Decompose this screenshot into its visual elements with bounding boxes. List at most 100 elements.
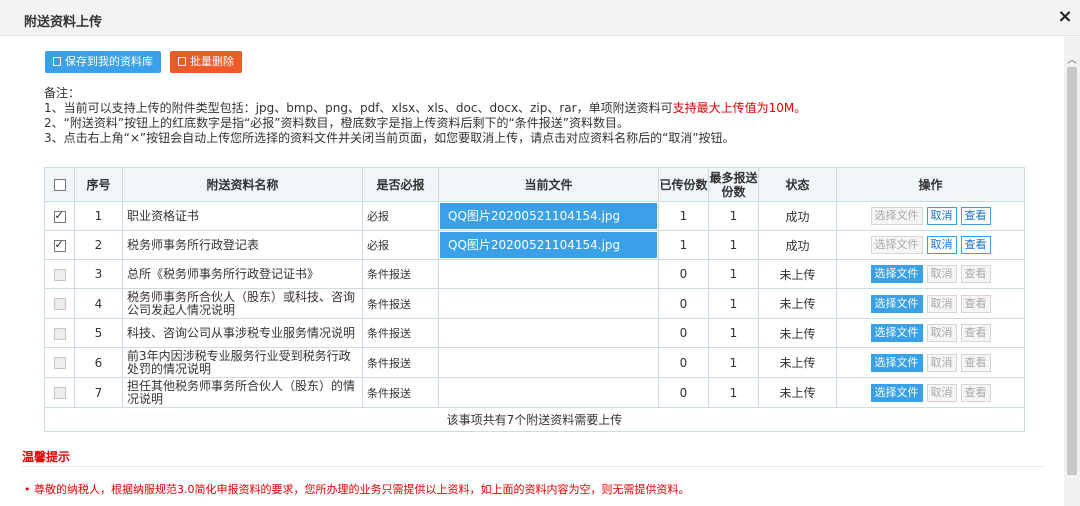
row-checkbox xyxy=(53,327,66,340)
cancel-button[interactable]: 取消 xyxy=(926,236,957,254)
row-required: 条件报送 xyxy=(362,347,439,378)
table-row: 5 科技、咨询公司从事涉税专业服务情况说明 条件报送 0 1 未上传 选择文件取… xyxy=(44,318,1025,348)
row-ops: 选择文件 取消 查看 xyxy=(836,288,1025,319)
row-uploaded: 0 xyxy=(658,288,709,319)
notes-line-1: 1、当前可以支持上传的附件类型包括：jpg、bmp、png、pdf、xlsx、x… xyxy=(44,101,1044,116)
row-name: 税务师事务所行政登记表 xyxy=(122,230,363,260)
row-checkbox xyxy=(53,357,66,369)
select-file-button[interactable]: 选择文件 xyxy=(870,324,923,342)
table-row: 4 税务师事务所合伙人（股东）或科技、咨询公司发起人情况说明 条件报送 0 1 … xyxy=(44,288,1025,319)
tips-title: 温馨提示 xyxy=(22,450,71,464)
scrollbar-thumb[interactable] xyxy=(1067,67,1077,475)
tips-divider xyxy=(22,466,1046,467)
row-status: 未上传 xyxy=(758,318,837,348)
row-status: 未上传 xyxy=(758,288,837,319)
view-button: 查看 xyxy=(960,353,991,372)
row-file-cell xyxy=(438,288,659,319)
table-row: 1 职业资格证书 必报 QQ图片20200521104154.jpg 1 1 成… xyxy=(44,201,1025,231)
trash-icon xyxy=(178,57,186,66)
row-name: 税务师事务所合伙人（股东）或科技、咨询公司发起人情况说明 xyxy=(122,288,363,319)
row-status: 成功 xyxy=(758,230,837,260)
cancel-button: 取消 xyxy=(926,265,957,283)
dialog-titlebar: 附送资料上传 × xyxy=(0,0,1080,36)
row-ops: 选择文件 取消 查看 xyxy=(836,318,1025,348)
select-file-button[interactable]: 选择文件 xyxy=(870,265,923,283)
row-max: 1 xyxy=(708,259,759,289)
row-uploaded: 1 xyxy=(658,201,709,231)
table-row: 2 税务师事务所行政登记表 必报 QQ图片20200521104154.jpg … xyxy=(44,230,1025,260)
header-max: 最多报送份数 xyxy=(708,167,759,202)
row-file-name[interactable]: QQ图片20200521104154.jpg xyxy=(440,203,657,229)
row-required: 必报 xyxy=(362,201,439,231)
header-ops: 操作 xyxy=(836,167,1025,202)
row-ops: 选择文件 取消 查看 xyxy=(836,377,1025,408)
row-seq: 2 xyxy=(74,230,123,260)
row-ops: 选择文件 取消 查看 xyxy=(836,201,1025,231)
row-file-cell: QQ图片20200521104154.jpg xyxy=(438,230,659,260)
row-name: 职业资格证书 xyxy=(122,201,363,231)
row-uploaded: 0 xyxy=(658,347,709,378)
cancel-button: 取消 xyxy=(926,353,957,372)
row-checkbox xyxy=(53,387,66,399)
batch-delete-button[interactable]: 批量删除 xyxy=(170,51,242,73)
row-file-cell xyxy=(438,318,659,348)
row-ops: 选择文件 取消 查看 xyxy=(836,230,1025,260)
header-required: 是否必报 xyxy=(362,167,439,202)
notes-line-2: 2、“附送资料”按钮上的红底数字是指“必报”资料数目，橙底数字是指上传资料后剩下… xyxy=(44,116,629,130)
table-row: 6 前3年内因涉税专业服务行业受到税务行政处罚的情况说明 条件报送 0 1 未上… xyxy=(44,347,1025,378)
notes-line-3: 3、点击右上角“×”按钮会自动上传您所选择的资料文件并关闭当前页面，如您要取消上… xyxy=(44,131,735,145)
scroll-up-icon[interactable]: ︿ xyxy=(1067,51,1077,66)
select-file-button[interactable]: 选择文件 xyxy=(870,383,923,402)
row-required: 条件报送 xyxy=(362,259,439,289)
select-file-button: 选择文件 xyxy=(870,207,923,225)
save-to-library-button[interactable]: 保存到我的资料库 xyxy=(45,51,161,73)
row-uploaded: 0 xyxy=(658,259,709,289)
header-status: 状态 xyxy=(758,167,837,202)
row-seq: 1 xyxy=(74,201,123,231)
header-select-all[interactable] xyxy=(44,167,75,202)
delete-button-label: 批量删除 xyxy=(190,55,234,68)
row-required: 条件报送 xyxy=(362,318,439,348)
tips-text: • 尊敬的纳税人，根据纳服规范3.0简化申报资料的要求，您所办理的业务只需提供以… xyxy=(24,483,690,496)
row-name: 担任其他税务师事务所合伙人（股东）的情况说明 xyxy=(122,377,363,408)
table-summary: 该事项共有7个附送资料需要上传 xyxy=(44,407,1025,432)
row-checkbox[interactable] xyxy=(53,238,66,252)
row-required: 条件报送 xyxy=(362,377,439,408)
row-checkbox[interactable] xyxy=(53,209,66,223)
row-ops: 选择文件 取消 查看 xyxy=(836,347,1025,378)
row-status: 未上传 xyxy=(758,347,837,378)
row-uploaded: 0 xyxy=(658,377,709,408)
select-file-button[interactable]: 选择文件 xyxy=(870,353,923,372)
save-icon xyxy=(53,57,61,66)
row-name: 前3年内因涉税专业服务行业受到税务行政处罚的情况说明 xyxy=(122,347,363,378)
dialog-title: 附送资料上传 xyxy=(24,15,103,30)
cancel-button[interactable]: 取消 xyxy=(926,207,957,225)
row-seq: 5 xyxy=(74,318,123,348)
row-max: 1 xyxy=(708,230,759,260)
row-seq: 3 xyxy=(74,259,123,289)
row-file-cell xyxy=(438,377,659,408)
view-button: 查看 xyxy=(960,324,991,342)
row-checkbox xyxy=(53,268,66,281)
close-icon[interactable]: × xyxy=(1055,7,1075,27)
header-current-file: 当前文件 xyxy=(438,167,659,202)
row-checkbox xyxy=(53,298,66,310)
cancel-button: 取消 xyxy=(926,383,957,402)
row-max: 1 xyxy=(708,347,759,378)
row-file-cell xyxy=(438,259,659,289)
notes-line-1-text: 1、当前可以支持上传的附件类型包括：jpg、bmp、png、pdf、xlsx、x… xyxy=(44,101,673,115)
view-button: 查看 xyxy=(960,383,991,402)
row-file-name[interactable]: QQ图片20200521104154.jpg xyxy=(440,232,657,258)
select-file-button[interactable]: 选择文件 xyxy=(870,294,923,313)
select-all-checkbox[interactable] xyxy=(53,179,66,191)
view-button[interactable]: 查看 xyxy=(960,207,991,225)
notes-line-1-highlight: 支持最大上传值为10M。 xyxy=(672,101,807,115)
row-status: 未上传 xyxy=(758,259,837,289)
row-max: 1 xyxy=(708,201,759,231)
table-header-row: 序号 附送资料名称 是否必报 当前文件 已传份数 最多报送份数 状态 操作 xyxy=(44,167,1025,202)
view-button[interactable]: 查看 xyxy=(960,236,991,254)
table-row: 3 总所《税务师事务所行政登记证书》 条件报送 0 1 未上传 选择文件 取消 查看 xyxy=(44,259,1025,289)
row-status: 未上传 xyxy=(758,377,837,408)
row-max: 1 xyxy=(708,377,759,408)
vertical-scrollbar[interactable]: ︿ ﹀ xyxy=(1064,37,1080,506)
